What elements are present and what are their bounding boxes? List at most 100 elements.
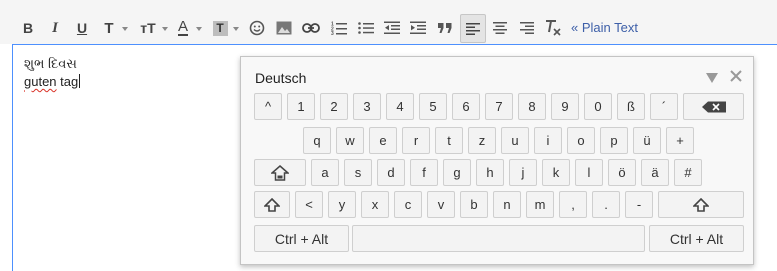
insert-link-button[interactable]	[300, 14, 322, 42]
space-key[interactable]	[352, 225, 645, 252]
key-9[interactable]: .	[592, 191, 620, 218]
key-12[interactable]: ´	[650, 93, 678, 120]
key-p[interactable]: p	[600, 127, 628, 154]
key-t[interactable]: t	[435, 127, 463, 154]
text-cursor	[79, 74, 81, 88]
text-color-button[interactable]: A	[174, 14, 192, 42]
key-o[interactable]: o	[567, 127, 595, 154]
key-label: h	[486, 165, 494, 180]
key-label: 9	[561, 99, 569, 114]
ctrl-alt-left-key[interactable]: Ctrl + Alt	[254, 225, 349, 252]
italic-button[interactable]: I	[45, 14, 65, 42]
key-label: ß	[627, 99, 635, 114]
bold-button[interactable]: B	[18, 14, 38, 42]
key-0[interactable]: ^	[254, 93, 282, 120]
key-q[interactable]: q	[303, 127, 331, 154]
background-color-label: T	[212, 20, 228, 36]
key-ü[interactable]: ü	[633, 127, 661, 154]
key-5[interactable]: 5	[419, 93, 447, 120]
key-a[interactable]: a	[311, 159, 339, 186]
caps-lock-key[interactable]	[254, 159, 306, 186]
clear-formatting-icon	[546, 20, 561, 36]
key-2[interactable]: 2	[320, 93, 348, 120]
svg-text:3: 3	[331, 31, 334, 35]
key-label: ´	[661, 99, 667, 114]
key-label: #	[684, 165, 692, 180]
key-h[interactable]: h	[476, 159, 504, 186]
key-11[interactable]: ß	[617, 93, 645, 120]
key-ö[interactable]: ö	[608, 159, 636, 186]
background-color-button[interactable]: T	[211, 14, 229, 42]
key-label: d	[387, 165, 395, 180]
key-6[interactable]: 6	[452, 93, 480, 120]
key-7[interactable]: 7	[485, 93, 513, 120]
key-4[interactable]: v	[427, 191, 455, 218]
numbered-list-button[interactable]: 123	[329, 14, 349, 42]
font-family-button[interactable]: T	[99, 14, 119, 42]
plain-text-link[interactable]: « Plain Text	[571, 20, 638, 35]
key-d[interactable]: d	[377, 159, 405, 186]
font-size-button[interactable]: тT	[137, 14, 159, 42]
key-z[interactable]: z	[468, 127, 496, 154]
key-k[interactable]: k	[542, 159, 570, 186]
key-#[interactable]: #	[674, 159, 702, 186]
key-r[interactable]: r	[402, 127, 430, 154]
key-10[interactable]: 0	[584, 93, 612, 120]
ctrl-alt-right-key[interactable]: Ctrl + Alt	[649, 225, 744, 252]
key-label: v	[437, 197, 445, 212]
key-+[interactable]: +	[666, 127, 694, 154]
key-j[interactable]: j	[509, 159, 537, 186]
key-i[interactable]: i	[534, 127, 562, 154]
insert-image-button[interactable]	[274, 14, 294, 42]
key-5[interactable]: b	[460, 191, 488, 218]
key-10[interactable]: -	[625, 191, 653, 218]
key-8[interactable]: 8	[518, 93, 546, 120]
key-ä[interactable]: ä	[641, 159, 669, 186]
key-l[interactable]: l	[575, 159, 603, 186]
increase-indent-button[interactable]	[408, 14, 428, 42]
right-shift-key[interactable]	[658, 191, 744, 218]
key-3[interactable]: 3	[353, 93, 381, 120]
key-e[interactable]: e	[369, 127, 397, 154]
layout-menu-icon[interactable]	[705, 72, 719, 84]
key-label: r	[413, 133, 419, 148]
align-left-button[interactable]	[460, 14, 486, 43]
align-center-button[interactable]	[490, 14, 510, 42]
key-1[interactable]: y	[328, 191, 356, 218]
key-s[interactable]: s	[344, 159, 372, 186]
text-color-label: A	[177, 18, 188, 36]
key-label: 4	[396, 99, 404, 114]
key-0[interactable]: <	[295, 191, 323, 218]
decrease-indent-button[interactable]	[382, 14, 402, 42]
emoji-icon	[249, 20, 265, 36]
key-label: ü	[643, 133, 651, 148]
key-label: <	[305, 197, 313, 212]
close-icon[interactable]	[729, 69, 743, 83]
key-4[interactable]: 4	[386, 93, 414, 120]
numbered-list-icon: 123	[331, 22, 347, 35]
key-label: o	[577, 133, 585, 148]
key-7[interactable]: m	[526, 191, 554, 218]
key-6[interactable]: n	[493, 191, 521, 218]
key-1[interactable]: 1	[287, 93, 315, 120]
key-g[interactable]: g	[443, 159, 471, 186]
quote-button[interactable]	[435, 14, 455, 42]
key-9[interactable]: 9	[551, 93, 579, 120]
key-label: .	[604, 197, 608, 212]
left-shift-key[interactable]	[254, 191, 290, 218]
key-f[interactable]: f	[410, 159, 438, 186]
chevron-down-icon	[162, 27, 168, 31]
key-w[interactable]: w	[336, 127, 364, 154]
key-label: k	[552, 165, 560, 180]
underline-button[interactable]: U	[72, 14, 92, 42]
key-u[interactable]: u	[501, 127, 529, 154]
key-8[interactable]: ,	[559, 191, 587, 218]
remove-formatting-button[interactable]	[543, 14, 563, 42]
align-right-button[interactable]	[517, 14, 537, 42]
key-3[interactable]: c	[394, 191, 422, 218]
bulleted-list-button[interactable]	[356, 14, 376, 42]
key-label: p	[610, 133, 618, 148]
key-2[interactable]: x	[361, 191, 389, 218]
emoji-button[interactable]	[247, 14, 267, 42]
backspace-key[interactable]	[683, 93, 744, 120]
